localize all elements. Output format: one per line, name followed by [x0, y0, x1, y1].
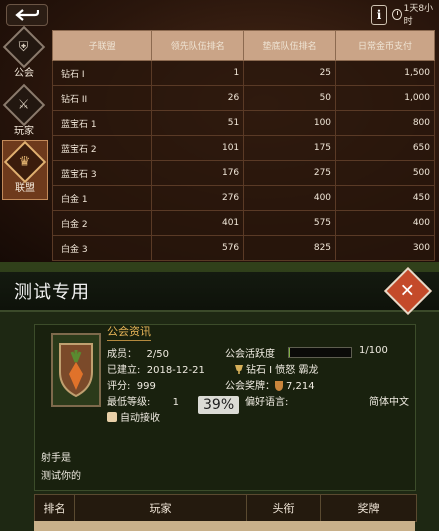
- daily-gold-cell: 1,500: [335, 60, 435, 86]
- daily-gold-cell: 1,000: [335, 85, 435, 111]
- member-list-edge: [34, 521, 415, 531]
- column-title[interactable]: 头衔: [247, 495, 321, 521]
- bottom-rank-cell: 400: [243, 185, 337, 211]
- daily-gold-cell: 450: [335, 185, 435, 211]
- bottom-rank-cell: 25: [243, 60, 337, 86]
- medals-row: 公会奖牌： 7,214: [225, 381, 315, 392]
- score-row: 评分: 999: [107, 381, 156, 392]
- top-rank-cell: 276: [151, 185, 245, 211]
- league-row: 钻石 I 愤怒 霸龙: [235, 361, 319, 376]
- info-button[interactable]: i: [371, 5, 387, 25]
- close-button[interactable]: ✕: [383, 266, 433, 316]
- carrot-shield-icon: [59, 343, 93, 398]
- close-icon: ✕: [400, 280, 416, 302]
- subleague-cell: 蓝宝石 3: [51, 160, 153, 186]
- language-value: 简体中文: [369, 397, 409, 408]
- header-bottom-rank: 垫底队伍排名: [243, 30, 337, 61]
- daily-gold-cell: 650: [335, 135, 435, 161]
- timer-text: 1天8小时: [403, 4, 434, 27]
- activity-value: 1/100: [359, 345, 388, 356]
- subleague-cell: 白金 1: [51, 185, 153, 211]
- description-line-1: 射手是: [41, 453, 71, 464]
- top-rank-cell: 101: [151, 135, 245, 161]
- min-level-row: 最低等级: 1: [107, 397, 180, 408]
- league-row: 钻石 I 1 25 1,500: [51, 60, 435, 86]
- subleague-cell: 白金 2: [51, 210, 153, 236]
- loading-progress-overlay: 39%: [198, 396, 240, 414]
- trophy-icon: ♛: [19, 154, 31, 170]
- header-daily-gold: 日常金币支付: [335, 30, 435, 61]
- subleague-cell: 白金 3: [51, 235, 153, 261]
- league-row: 白金 2 401 575 400: [51, 210, 435, 236]
- top-rank-cell: 26: [151, 85, 245, 111]
- thumbs-up-icon: [107, 412, 117, 422]
- bottom-rank-cell: 50: [243, 85, 337, 111]
- league-panel: i 1天8小时 ⛨ 公会 ⚔ 玩家 ♛ 联盟 子联盟 领先队伍排名 垫底队伍排名…: [0, 0, 439, 262]
- auto-accept-row[interactable]: 自动接收: [107, 409, 160, 424]
- column-medals[interactable]: 奖牌: [321, 495, 416, 521]
- member-list-header: 排名 玩家 头衔 奖牌: [34, 494, 417, 522]
- back-button[interactable]: [6, 4, 48, 26]
- daily-gold-cell: 800: [335, 110, 435, 136]
- back-arrow-icon: [15, 9, 39, 21]
- subleague-cell: 钻石 I: [51, 60, 153, 86]
- subleague-cell: 钻石 II: [51, 85, 153, 111]
- top-rank-cell: 51: [151, 110, 245, 136]
- daily-gold-cell: 300: [335, 235, 435, 261]
- guild-dialog: 测试专用 ✕ 公会资讯 成员： 2/50 公会活跃度 1/100 已建立: 20…: [0, 266, 439, 531]
- subleague-cell: 蓝宝石 1: [51, 110, 153, 136]
- header-subleague: 子联盟: [51, 30, 153, 61]
- subleague-cell: 蓝宝石 2: [51, 135, 153, 161]
- members-row: 成员： 2/50: [107, 349, 170, 360]
- bottom-rank-cell: 275: [243, 160, 337, 186]
- bottom-rank-cell: 575: [243, 210, 337, 236]
- description-line-2: 测试你的: [41, 471, 81, 482]
- column-rank[interactable]: 排名: [35, 495, 75, 521]
- bottom-rank-cell: 175: [243, 135, 337, 161]
- daily-gold-cell: 500: [335, 160, 435, 186]
- league-row: 白金 3 576 825 300: [51, 235, 435, 261]
- season-timer: 1天8小时: [392, 4, 436, 27]
- sword-icon: ⚔: [18, 97, 30, 113]
- guild-crest: [51, 333, 101, 407]
- shield-icon: ⛨: [19, 39, 29, 55]
- league-table: 子联盟 领先队伍排名 垫底队伍排名 日常金币支付 钻石 I 1 25 1,500 钻石 …: [51, 30, 435, 261]
- header-top-rank: 领先队伍排名: [151, 30, 245, 61]
- bottom-rank-cell: 100: [243, 110, 337, 136]
- top-rank-cell: 176: [151, 160, 245, 186]
- sidebar-item-league[interactable]: ♛ 联盟: [2, 140, 48, 200]
- language-row: 偏好语言:: [245, 397, 289, 408]
- sidebar-item-guild[interactable]: ⛨ 公会: [2, 25, 46, 84]
- league-row: 蓝宝石 3 176 275 500: [51, 160, 435, 186]
- activity-label: 公会活跃度: [225, 349, 275, 360]
- medal-icon: [275, 381, 283, 391]
- league-row: 蓝宝石 1 51 100 800: [51, 110, 435, 136]
- guild-dialog-backdrop: 测试专用 ✕ 公会资讯 成员： 2/50 公会活跃度 1/100 已建立: 20…: [0, 262, 439, 531]
- league-row: 白金 1 276 400 450: [51, 185, 435, 211]
- dialog-title: 测试专用: [14, 282, 90, 303]
- founded-row: 已建立: 2018-12-21: [107, 365, 205, 376]
- league-row: 蓝宝石 2 101 175 650: [51, 135, 435, 161]
- sidebar-item-players[interactable]: ⚔ 玩家: [2, 83, 46, 142]
- bottom-rank-cell: 825: [243, 235, 337, 261]
- top-rank-cell: 401: [151, 210, 245, 236]
- daily-gold-cell: 400: [335, 210, 435, 236]
- trophy-icon: [235, 365, 243, 374]
- sidebar: ⛨ 公会 ⚔ 玩家 ♛ 联盟: [0, 24, 48, 262]
- clock-icon: [392, 8, 402, 20]
- column-player[interactable]: 玩家: [75, 495, 247, 521]
- top-rank-cell: 1: [151, 60, 245, 86]
- activity-bar: [288, 347, 352, 358]
- top-rank-cell: 576: [151, 235, 245, 261]
- league-row: 钻石 II 26 50 1,000: [51, 85, 435, 111]
- dialog-title-bar: 测试专用 ✕: [0, 266, 439, 316]
- guild-info-title: 公会资讯: [107, 323, 151, 341]
